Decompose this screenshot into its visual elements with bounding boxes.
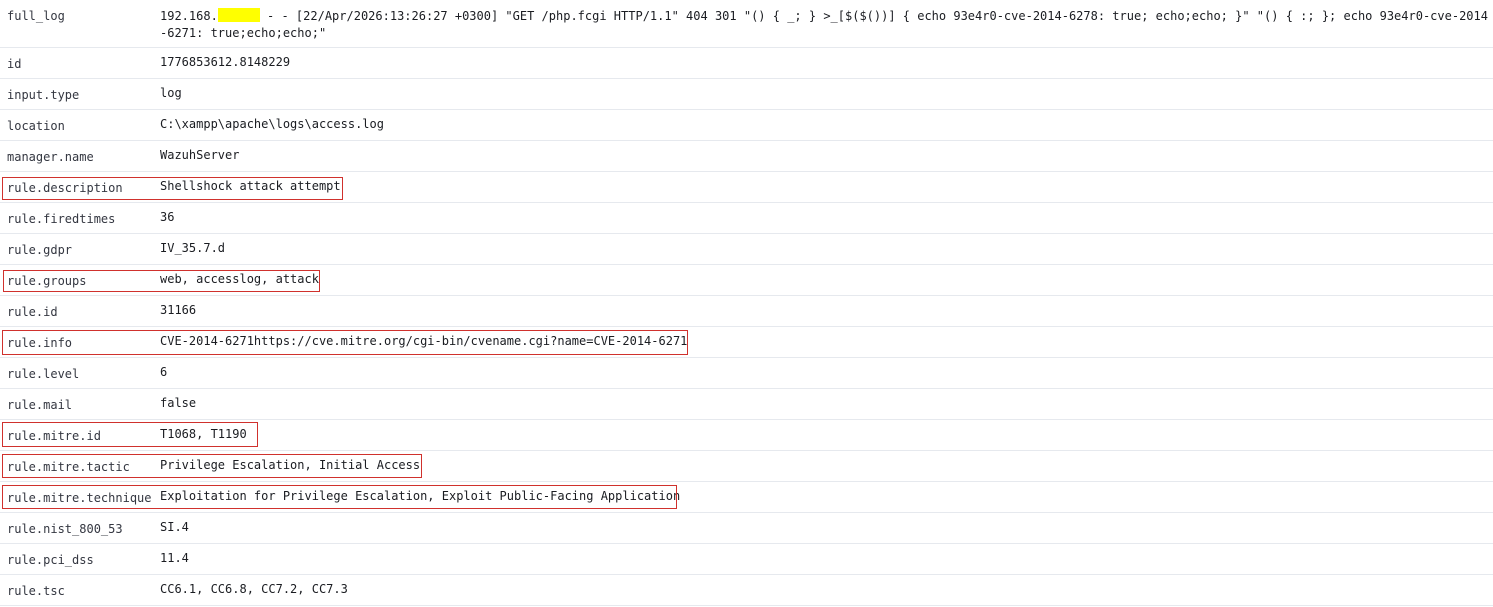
row-rule-mitre-id: rule.mitre.id T1068, T1190 [0, 420, 1493, 451]
field-value[interactable]: Exploitation for Privilege Escalation, E… [160, 489, 680, 503]
field-value[interactable]: WazuhServer [160, 148, 239, 162]
row-rule-description: rule.description Shellshock attack attem… [0, 172, 1493, 203]
field-value[interactable]: 6 [160, 365, 167, 379]
row-rule-nist-800-53: rule.nist_800_53 SI.4 [0, 513, 1493, 544]
field-value[interactable]: CC6.1, CC6.8, CC7.2, CC7.3 [160, 582, 348, 596]
field-name: rule.groups [7, 274, 87, 288]
value-prefix: 192.168. [160, 9, 218, 23]
field-value[interactable]: SI.4 [160, 520, 189, 534]
row-rule-mitre-technique: rule.mitre.technique Exploitation for Pr… [0, 482, 1493, 513]
field-name: input.type [7, 88, 80, 102]
field-name: rule.gdpr [7, 243, 73, 257]
field-name: rule.nist_800_53 [7, 522, 123, 536]
field-name: manager.name [7, 150, 94, 164]
field-name: rule.tsc [7, 584, 65, 598]
field-name: rule.mail [7, 398, 73, 412]
row-rule-firedtimes: rule.firedtimes 36 [0, 203, 1493, 234]
field-value[interactable]: web, accesslog, attack [160, 272, 319, 286]
field-value[interactable]: log [160, 86, 182, 100]
row-rule-pci-dss: rule.pci_dss 11.4 [0, 544, 1493, 575]
field-value[interactable]: 1776853612.8148229 [160, 55, 290, 69]
field-value[interactable]: Privilege Escalation, Initial Access [160, 458, 420, 472]
row-rule-level: rule.level 6 [0, 358, 1493, 389]
field-name: location [7, 119, 65, 133]
field-value[interactable]: CVE-2014-6271https://cve.mitre.org/cgi-b… [160, 334, 687, 348]
field-value[interactable]: 11.4 [160, 551, 189, 565]
field-value[interactable]: IV_35.7.d [160, 241, 225, 255]
field-name: rule.level [7, 367, 80, 381]
field-name: rule.firedtimes [7, 212, 116, 226]
field-name: rule.mitre.id [7, 429, 101, 443]
field-value[interactable]: C:\xampp\apache\logs\access.log [160, 117, 384, 131]
row-rule-groups: rule.groups web, accesslog, attack [0, 265, 1493, 296]
row-full-log: full_log 192.168. - - [22/Apr/2026:13:26… [0, 0, 1493, 48]
row-rule-tsc: rule.tsc CC6.1, CC6.8, CC7.2, CC7.3 [0, 575, 1493, 606]
field-value[interactable]: 36 [160, 210, 174, 224]
field-name: id [7, 57, 22, 71]
field-name: rule.pci_dss [7, 553, 94, 567]
row-location: location C:\xampp\apache\logs\access.log [0, 110, 1493, 141]
document-detail-table: full_log 192.168. - - [22/Apr/2026:13:26… [0, 0, 1493, 606]
row-rule-mitre-tactic: rule.mitre.tactic Privilege Escalation, … [0, 451, 1493, 482]
row-input-type: input.type log [0, 79, 1493, 110]
field-value[interactable]: T1068, T1190 [160, 427, 247, 441]
field-value[interactable]: 192.168. - - [22/Apr/2026:13:26:27 +0300… [160, 8, 1488, 42]
row-rule-info: rule.info CVE-2014-6271https://cve.mitre… [0, 327, 1493, 358]
row-manager-name: manager.name WazuhServer [0, 141, 1493, 172]
field-value[interactable]: Shellshock attack attempt [160, 179, 341, 193]
value-rest: - - [22/Apr/2026:13:26:27 +0300] "GET /p… [160, 9, 1488, 40]
field-name: rule.info [7, 336, 73, 350]
field-value[interactable]: 31166 [160, 303, 196, 317]
row-rule-gdpr: rule.gdpr IV_35.7.d [0, 234, 1493, 265]
redaction-mark [217, 8, 260, 22]
field-value[interactable]: false [160, 396, 196, 410]
row-rule-mail: rule.mail false [0, 389, 1493, 420]
field-name: full_log [7, 9, 65, 23]
field-name: rule.mitre.tactic [7, 460, 130, 474]
field-name: rule.id [7, 305, 58, 319]
row-id: id 1776853612.8148229 [0, 48, 1493, 79]
field-name: rule.mitre.technique [7, 491, 152, 505]
row-rule-id: rule.id 31166 [0, 296, 1493, 327]
field-name: rule.description [7, 181, 123, 195]
